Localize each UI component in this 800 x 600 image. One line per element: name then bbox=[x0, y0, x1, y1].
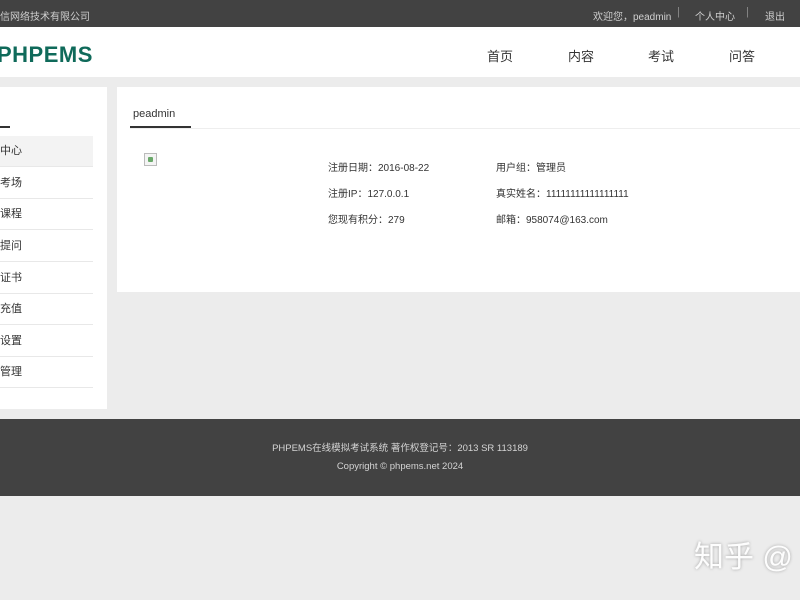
top-separator: | bbox=[746, 6, 749, 18]
profile-panel: peadmin 注册日期：2016-08-22 用户组：管理员 注册IP：127… bbox=[117, 87, 800, 292]
points: 您现有积分：279 bbox=[328, 215, 405, 226]
sidebar-item-label: 考场 bbox=[0, 177, 22, 189]
email: 邮箱：958074@163.com bbox=[496, 215, 608, 226]
avatar-broken-image-icon bbox=[144, 153, 157, 166]
sidebar-item-recharge[interactable]: 充值 bbox=[0, 294, 93, 325]
sidebar-header-underline bbox=[0, 105, 10, 128]
logout-link[interactable]: 退出 bbox=[765, 8, 785, 23]
footer-copyright-registration: PHPEMS在线模拟考试系统 著作权登记号：2013 SR 113189 bbox=[272, 443, 528, 454]
sidebar-item-center[interactable]: 中心 bbox=[0, 136, 93, 167]
tab-peadmin[interactable]: peadmin bbox=[130, 102, 191, 128]
sidebar-item-label: 中心 bbox=[0, 145, 22, 157]
tab-divider bbox=[130, 128, 800, 129]
top-separator: | bbox=[677, 6, 680, 18]
top-bar: 信网络技术有限公司 欢迎您，peadmin | 个人中心 | 退出 bbox=[0, 0, 800, 27]
sidebar-item-questions[interactable]: 提问 bbox=[0, 231, 93, 262]
sidebar-item-label: 课程 bbox=[0, 208, 22, 220]
reg-date: 注册日期：2016-08-22 bbox=[328, 163, 430, 174]
sidebar-item-courses[interactable]: 课程 bbox=[0, 199, 93, 230]
sidebar-item-certificates[interactable]: 证书 bbox=[0, 263, 93, 294]
sidebar-item-label: 证书 bbox=[0, 272, 22, 284]
user-center-link[interactable]: 个人中心 bbox=[695, 8, 735, 23]
sidebar-item-settings[interactable]: 设置 bbox=[0, 326, 93, 357]
nav-exam[interactable]: 考试 bbox=[648, 46, 674, 65]
nav-home[interactable]: 首页 bbox=[487, 46, 513, 65]
nav-qa[interactable]: 问答 bbox=[729, 46, 755, 65]
zhihu-watermark: 知乎 @ bbox=[694, 541, 793, 574]
site-logo[interactable]: PHPEMS bbox=[0, 42, 93, 68]
welcome-text: 欢迎您，peadmin bbox=[593, 12, 672, 23]
sidebar-item-management[interactable]: 管理 bbox=[0, 357, 93, 388]
real-name: 真实姓名：11111111111111111 bbox=[496, 189, 629, 200]
company-name: 信网络技术有限公司 bbox=[0, 12, 90, 23]
sidebar-item-label: 提问 bbox=[0, 240, 22, 252]
reg-ip: 注册IP：127.0.0.1 bbox=[328, 189, 410, 200]
sidebar: 中心 考场 课程 提问 证书 充值 设置 管理 bbox=[0, 87, 107, 409]
sidebar-item-label: 充值 bbox=[0, 303, 22, 315]
site-header: PHPEMS 首页 内容 考试 问答 bbox=[0, 27, 800, 77]
nav-content[interactable]: 内容 bbox=[568, 46, 594, 65]
sidebar-item-label: 设置 bbox=[0, 335, 22, 347]
sidebar-item-exam-room[interactable]: 考场 bbox=[0, 168, 93, 199]
footer-copyright: Copyright © phpems.net 2024 bbox=[336, 461, 464, 472]
user-group: 用户组：管理员 bbox=[496, 163, 566, 174]
sidebar-item-label: 管理 bbox=[0, 366, 22, 378]
site-footer: PHPEMS在线模拟考试系统 著作权登记号：2013 SR 113189 Cop… bbox=[0, 419, 800, 496]
